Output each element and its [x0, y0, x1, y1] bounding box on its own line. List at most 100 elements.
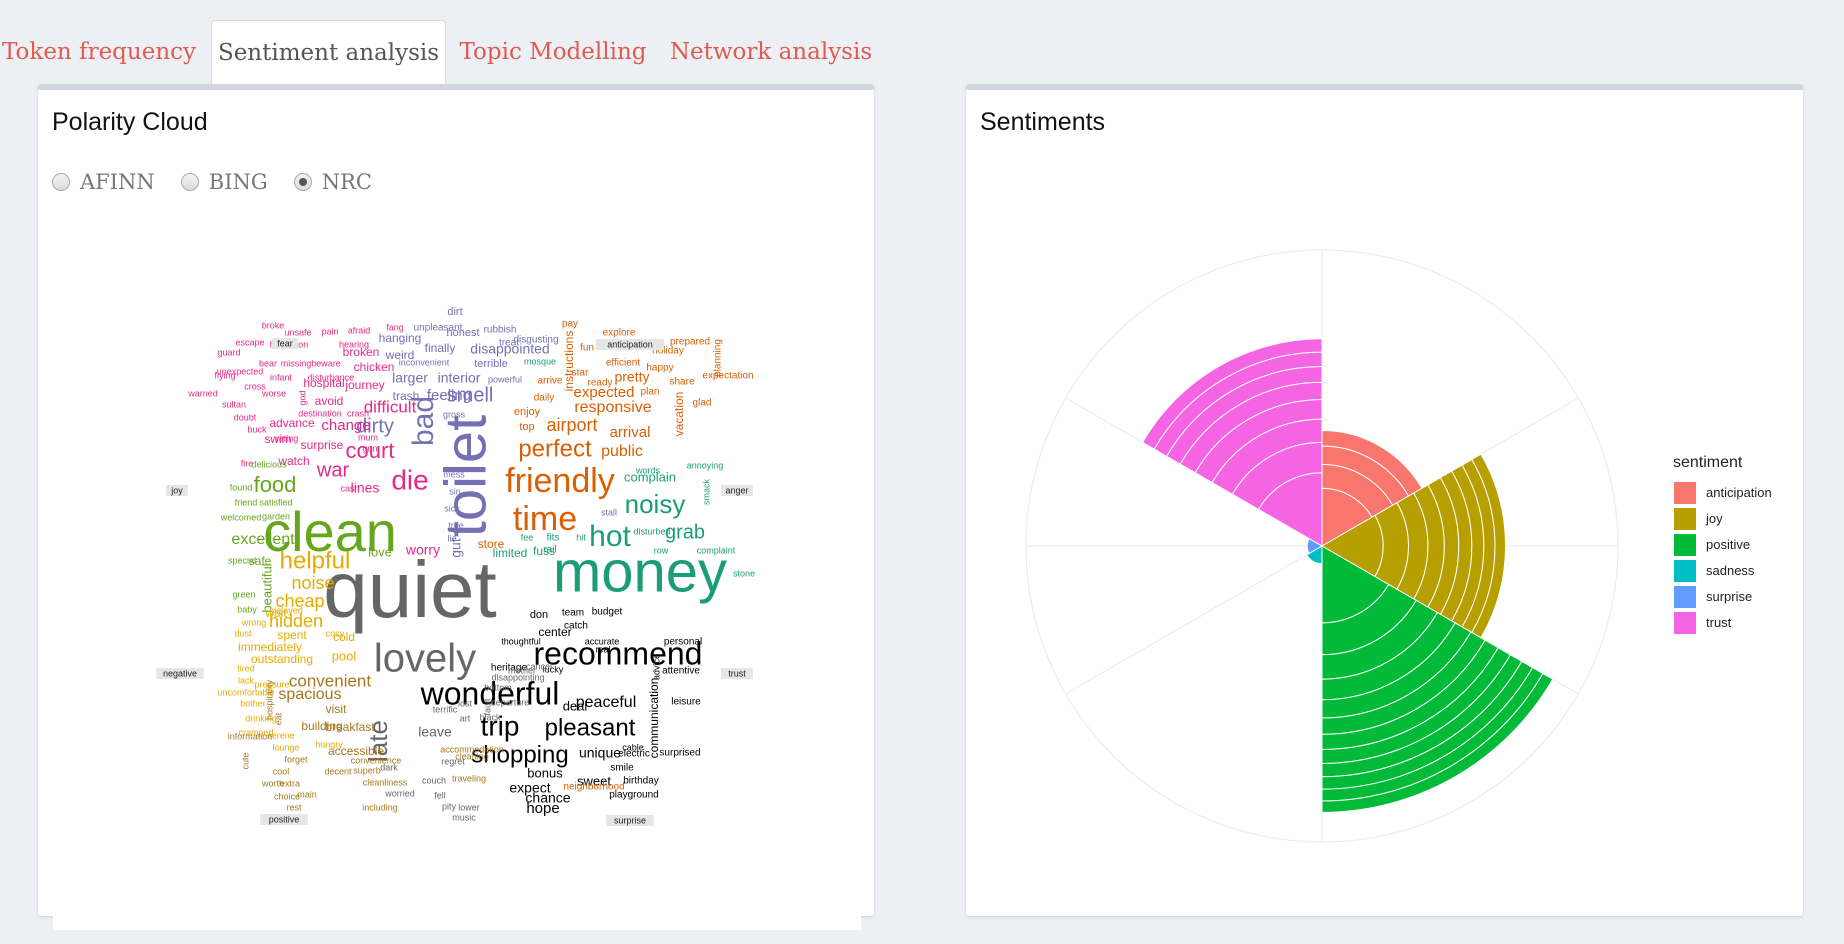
cloud-word: hospitality — [264, 679, 274, 720]
cloud-word: birthday — [623, 776, 659, 787]
svg-text:joy: joy — [170, 485, 183, 495]
cloud-word: main — [297, 789, 317, 799]
polar-wedge-trust — [1141, 338, 1323, 547]
cloud-category-label: surprise — [606, 815, 654, 826]
cloud-word: top — [519, 421, 534, 433]
cloud-word: time — [513, 500, 577, 538]
cloud-word: terrific — [433, 704, 458, 714]
polarity-cloud-panel: Polarity Cloud AFINN BING NRC quiet money… — [38, 84, 874, 916]
cloud-word: serene — [267, 730, 295, 740]
cloud-word: glad — [693, 398, 712, 409]
cloud-word: pressure — [254, 679, 289, 689]
tab-token-frequency[interactable]: Token frequency — [0, 20, 198, 83]
cloud-word: hot — [589, 520, 631, 553]
cloud-word: fun — [580, 343, 594, 354]
cloud-word: escape — [235, 337, 264, 347]
cloud-word: bear — [259, 358, 277, 368]
radio-nrc-dot[interactable] — [293, 173, 312, 191]
cloud-word: spent — [277, 628, 307, 642]
cloud-word: court — [346, 438, 395, 463]
cloud-word: music — [452, 812, 476, 822]
cloud-word: worry — [405, 542, 440, 558]
cloud-word: breakfast — [325, 720, 375, 734]
cloud-word: buck — [247, 424, 267, 434]
svg-text:joy: joy — [1705, 511, 1723, 526]
cloud-word: safe — [249, 554, 272, 568]
cloud-word: bother — [240, 698, 266, 708]
cloud-word: inconvenient — [399, 357, 450, 367]
cloud-word: building — [301, 719, 342, 733]
cloud-word: mosque — [524, 356, 556, 366]
svg-text:anticipation: anticipation — [607, 339, 653, 349]
legend-item: joy — [1674, 508, 1723, 530]
cloud-word: wrong — [241, 617, 267, 627]
cloud-word: surprised — [659, 748, 700, 759]
cloud-word: worried — [384, 788, 415, 798]
cloud-word: watch — [277, 454, 309, 468]
cloud-word: accurate — [585, 636, 620, 646]
cloud-word: playground — [609, 790, 658, 801]
tab-topic-modelling[interactable]: Topic Modelling — [456, 20, 650, 83]
cloud-word: disgusting — [513, 335, 558, 346]
cloud-word: real — [595, 644, 610, 654]
cloud-word: wonderful — [420, 675, 560, 711]
cloud-word: clean — [263, 500, 397, 563]
cloud-word: mess — [443, 469, 465, 479]
cloud-word: friendly — [505, 462, 615, 500]
cloud-word: afraid — [348, 325, 371, 335]
radio-afinn[interactable]: AFINN — [52, 170, 155, 194]
cloud-word: sin — [449, 486, 461, 496]
cloud-word: special — [228, 555, 256, 565]
cloud-word: black — [479, 712, 501, 722]
cloud-word: interior — [438, 370, 481, 386]
cloud-word: lower — [458, 802, 480, 812]
svg-text:trust: trust — [1706, 615, 1732, 630]
cloud-word: chance — [525, 790, 570, 806]
cloud-word: information — [228, 731, 273, 741]
cloud-word: cute — [240, 752, 250, 769]
radio-bing-label: BING — [208, 170, 268, 194]
cloud-word: worse — [261, 388, 286, 398]
cloud-word: uncomfortable — [217, 687, 274, 697]
cloud-word: hope — [526, 800, 559, 817]
cloud-word: quiet — [323, 545, 496, 634]
cloud-word: guard — [217, 347, 240, 357]
cloud-word: words — [635, 465, 661, 475]
svg-text:anger: anger — [725, 485, 748, 495]
cloud-word: tree — [448, 520, 464, 530]
cloud-word: disappointing — [491, 672, 544, 682]
legend-item: trust — [1674, 612, 1732, 634]
cloud-word: garden — [262, 511, 290, 521]
tab-network-analysis[interactable]: Network analysis — [668, 20, 874, 83]
cloud-word: satisfied — [259, 497, 292, 507]
cloud-word: helpful — [280, 547, 351, 574]
radio-bing[interactable]: BING — [180, 170, 268, 194]
cloud-word: stall — [601, 507, 617, 517]
cloud-word: vacation — [672, 392, 686, 437]
cloud-word: honest — [446, 327, 479, 339]
cloud-word: don — [530, 609, 548, 621]
cloud-word: daily — [534, 393, 555, 404]
cloud-word: lines — [351, 480, 380, 496]
cloud-word: pleasant — [545, 714, 636, 741]
cloud-word: trash — [393, 389, 420, 403]
tab-sentiment-analysis[interactable]: Sentiment analysis — [211, 20, 446, 84]
cloud-word: hanging — [379, 331, 422, 345]
cloud-word: accessible — [328, 744, 384, 758]
cloud-word: cash — [340, 483, 359, 493]
cloud-word: trip — [481, 710, 520, 741]
legend-item: surprise — [1674, 586, 1752, 608]
radio-bing-dot[interactable] — [180, 173, 199, 191]
cloud-word: lost — [458, 698, 473, 708]
tab-bar: Token frequency Sentiment analysis Topic… — [0, 0, 1844, 84]
cloud-word: limited — [493, 546, 528, 560]
cloud-word: catch — [564, 621, 588, 632]
radio-afinn-dot[interactable] — [52, 173, 70, 191]
cloud-word: excellent — [231, 531, 295, 548]
cloud-word: sick — [444, 503, 460, 513]
cloud-word: infant — [270, 372, 293, 382]
cloud-word: immediately — [238, 640, 302, 654]
cloud-word: forget — [284, 754, 308, 764]
radio-nrc[interactable]: NRC — [293, 170, 372, 194]
cloud-word: cosy — [326, 628, 345, 638]
